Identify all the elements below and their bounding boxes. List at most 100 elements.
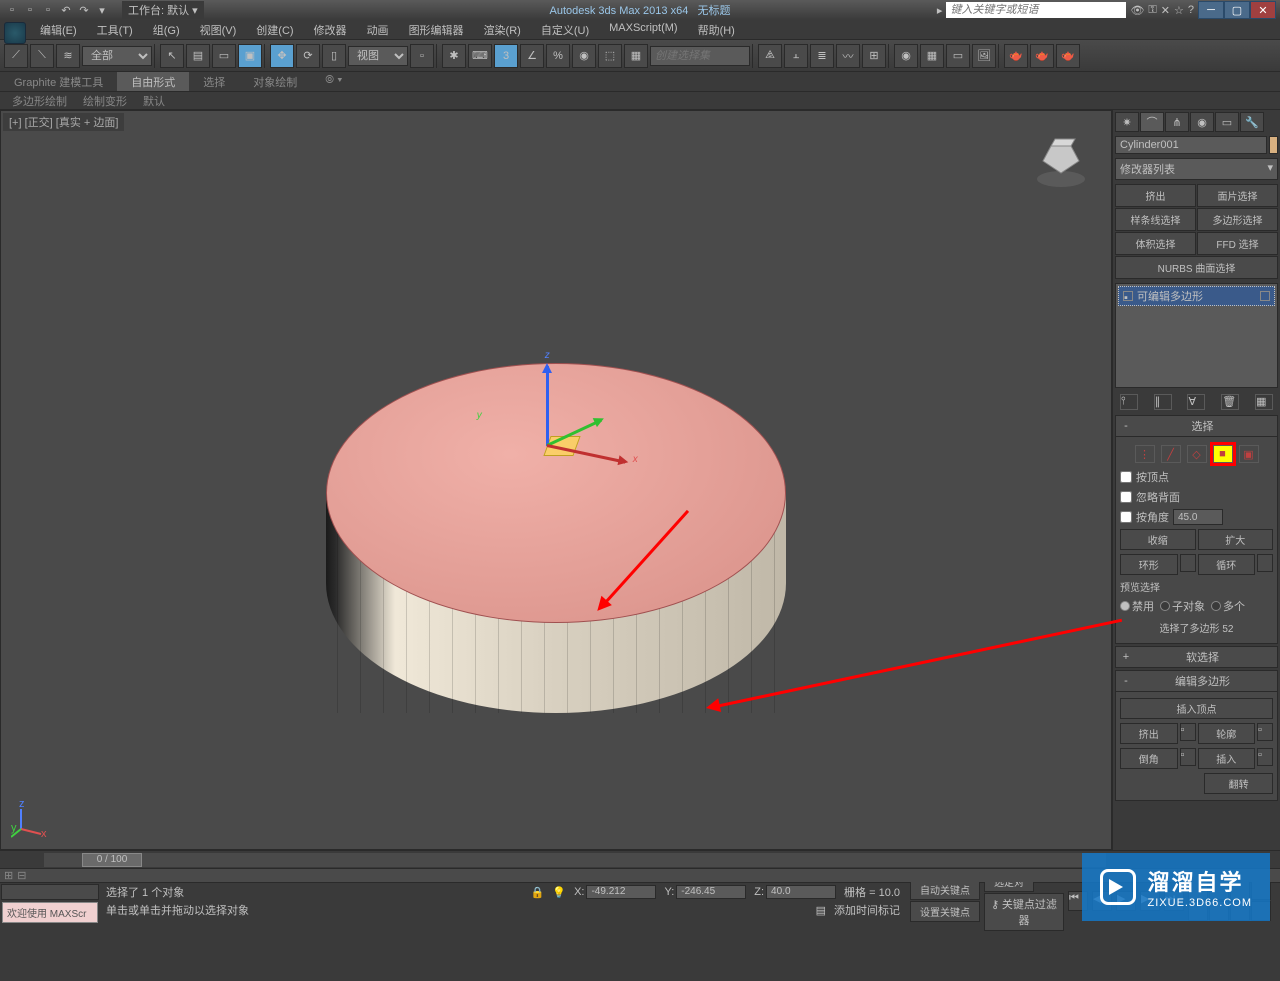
border-subobj-icon[interactable]: ◇ xyxy=(1187,445,1207,463)
by-vertex-checkbox[interactable] xyxy=(1120,471,1132,483)
infocenter-search-input[interactable] xyxy=(946,2,1126,18)
close-button[interactable]: ✕ xyxy=(1250,1,1276,19)
inset-settings-icon[interactable]: ▫ xyxy=(1257,748,1273,766)
save-icon[interactable]: ▫ xyxy=(40,2,56,18)
polygon-subobj-icon[interactable]: ■ xyxy=(1213,445,1233,463)
preview-off-radio[interactable] xyxy=(1120,601,1130,611)
ribbon-tab-freeform[interactable]: 自由形式 xyxy=(117,72,189,91)
toggle-icon[interactable] xyxy=(1260,291,1270,301)
rollout-selection-header[interactable]: -选择 xyxy=(1115,415,1278,437)
ribbon-tab-selection[interactable]: 选择 xyxy=(189,72,239,91)
render-setup-icon[interactable]: ▦ xyxy=(920,44,944,68)
outline-settings-icon[interactable]: ▫ xyxy=(1257,723,1273,741)
named-selection-input[interactable] xyxy=(650,46,750,66)
curve-editor-icon[interactable]: 〰 xyxy=(836,44,860,68)
grow-button[interactable]: 扩大 xyxy=(1198,529,1274,550)
extrude-button[interactable]: 挤出 xyxy=(1120,723,1178,744)
stack-item-editpoly[interactable]: ▪可编辑多边形 xyxy=(1118,286,1275,306)
teapot1-icon[interactable]: 🫖 xyxy=(1004,44,1028,68)
manipulate-icon[interactable]: ✱ xyxy=(442,44,466,68)
menu-graph[interactable]: 图形编辑器 xyxy=(399,20,474,39)
menu-views[interactable]: 视图(V) xyxy=(190,20,247,39)
make-unique-icon[interactable]: ∀ xyxy=(1187,394,1205,410)
menu-modifiers[interactable]: 修改器 xyxy=(304,20,357,39)
material-editor-icon[interactable]: ◉ xyxy=(894,44,918,68)
teapot3-icon[interactable]: 🫖 xyxy=(1056,44,1080,68)
infocenter-arrow-icon[interactable]: ▸ xyxy=(937,4,943,17)
menu-customize[interactable]: 自定义(U) xyxy=(531,20,599,39)
by-angle-checkbox[interactable] xyxy=(1120,511,1132,523)
mod-polysel-button[interactable]: 多边形选择 xyxy=(1197,208,1278,231)
minimize-button[interactable]: ─ xyxy=(1198,1,1224,19)
loop-button[interactable]: 循环 xyxy=(1198,554,1256,575)
display-tab-icon[interactable]: ▭ xyxy=(1215,112,1239,132)
menu-create[interactable]: 创建(C) xyxy=(246,20,303,39)
modifier-stack[interactable]: ▪可编辑多边形 xyxy=(1115,283,1278,388)
key-filters-button[interactable]: ⚷ 关键点过滤器 xyxy=(984,893,1064,931)
named-sets-edit-icon[interactable]: ▦ xyxy=(624,44,648,68)
select-name-icon[interactable]: ▤ xyxy=(186,44,210,68)
bevel-settings-icon[interactable]: ▫ xyxy=(1180,748,1196,766)
coord-x-input[interactable]: -49.212 xyxy=(586,885,656,899)
preview-multi-radio[interactable] xyxy=(1211,601,1221,611)
ref-coord-combo[interactable]: 视图 xyxy=(348,46,408,66)
vertex-subobj-icon[interactable]: ⋮ xyxy=(1135,445,1155,463)
exchange-icon[interactable]: ✕ xyxy=(1161,4,1170,17)
menu-group[interactable]: 组(G) xyxy=(143,20,190,39)
add-time-tag[interactable]: 添加时间标记 xyxy=(834,902,900,918)
object-color-swatch[interactable] xyxy=(1269,136,1278,154)
coord-z-input[interactable]: 40.0 xyxy=(766,885,836,899)
lock-icon[interactable]: 🔒 xyxy=(531,886,545,899)
rotate-icon[interactable]: ⟳ xyxy=(296,44,320,68)
menu-render[interactable]: 渲染(R) xyxy=(474,20,531,39)
element-subobj-icon[interactable]: ▣ xyxy=(1239,445,1259,463)
bind-spacewarp-icon[interactable]: ≋ xyxy=(56,44,80,68)
extrude-settings-icon[interactable]: ▫ xyxy=(1180,723,1196,741)
mod-splinesel-button[interactable]: 样条线选择 xyxy=(1115,208,1196,231)
auto-key-button[interactable]: 自动关键点 xyxy=(910,879,980,900)
pivot-icon[interactable]: ▫ xyxy=(410,44,434,68)
bevel-button[interactable]: 倒角 xyxy=(1120,748,1178,769)
ribbon-expand-icon[interactable]: ⦾ ▾ xyxy=(311,72,356,91)
binoculars-icon[interactable]: 👁 xyxy=(1130,4,1144,17)
mod-facesel-button[interactable]: 面片选择 xyxy=(1197,184,1278,207)
inset-button[interactable]: 插入 xyxy=(1198,748,1256,769)
ribbon-tab-graphite[interactable]: Graphite 建模工具 xyxy=(0,72,117,91)
loop-spinner[interactable] xyxy=(1257,554,1273,572)
redo-icon[interactable]: ↷ xyxy=(76,2,92,18)
menu-edit[interactable]: 编辑(E) xyxy=(30,20,87,39)
help-icon[interactable]: ? xyxy=(1188,4,1194,16)
motion-tab-icon[interactable]: ◉ xyxy=(1190,112,1214,132)
configure-sets-icon[interactable]: ▦ xyxy=(1255,394,1273,410)
remove-mod-icon[interactable]: 🗑 xyxy=(1221,394,1239,410)
app-menu-icon[interactable] xyxy=(4,22,26,44)
mod-nurbs-button[interactable]: NURBS 曲面选择 xyxy=(1115,256,1278,279)
ring-button[interactable]: 环形 xyxy=(1120,554,1178,575)
ribbon-sub-defaults[interactable]: 默认 xyxy=(135,92,173,109)
maxscript-listener[interactable]: 欢迎使用 MAXScr xyxy=(2,902,98,923)
percent-snap-icon[interactable]: % xyxy=(546,44,570,68)
teapot2-icon[interactable]: 🫖 xyxy=(1030,44,1054,68)
render-production-icon[interactable]: 🖼 xyxy=(972,44,996,68)
select-region-icon[interactable]: ▭ xyxy=(212,44,236,68)
unlink-icon[interactable]: ⟍ xyxy=(30,44,54,68)
shrink-button[interactable]: 收缩 xyxy=(1120,529,1196,550)
modify-tab-icon[interactable]: ⌒ xyxy=(1140,112,1164,132)
preview-subobj-radio[interactable] xyxy=(1160,601,1170,611)
show-result-icon[interactable]: ∥ xyxy=(1154,394,1172,410)
mod-volsel-button[interactable]: 体积选择 xyxy=(1115,232,1196,255)
flip-button[interactable]: 翻转 xyxy=(1204,773,1273,794)
viewport[interactable]: [+] [正交] [真实 + 边面] z y x zxy xyxy=(0,110,1112,850)
key-icon[interactable]: ⚿ xyxy=(1148,4,1156,17)
menu-animation[interactable]: 动画 xyxy=(357,20,399,39)
create-tab-icon[interactable]: ✷ xyxy=(1115,112,1139,132)
rollout-editpoly-header[interactable]: -编辑多边形 xyxy=(1115,670,1278,692)
ribbon-sub-paintdeform[interactable]: 绘制变形 xyxy=(75,92,135,109)
insert-vertex-button[interactable]: 插入顶点 xyxy=(1120,698,1273,719)
utilities-tab-icon[interactable]: 🔧 xyxy=(1240,112,1264,132)
outline-button[interactable]: 轮廓 xyxy=(1198,723,1256,744)
schematic-icon[interactable]: ⊞ xyxy=(862,44,886,68)
snap-toggle-icon[interactable]: 3 xyxy=(494,44,518,68)
favorite-icon[interactable]: ☆ xyxy=(1174,4,1184,17)
object-name-input[interactable] xyxy=(1115,136,1267,154)
